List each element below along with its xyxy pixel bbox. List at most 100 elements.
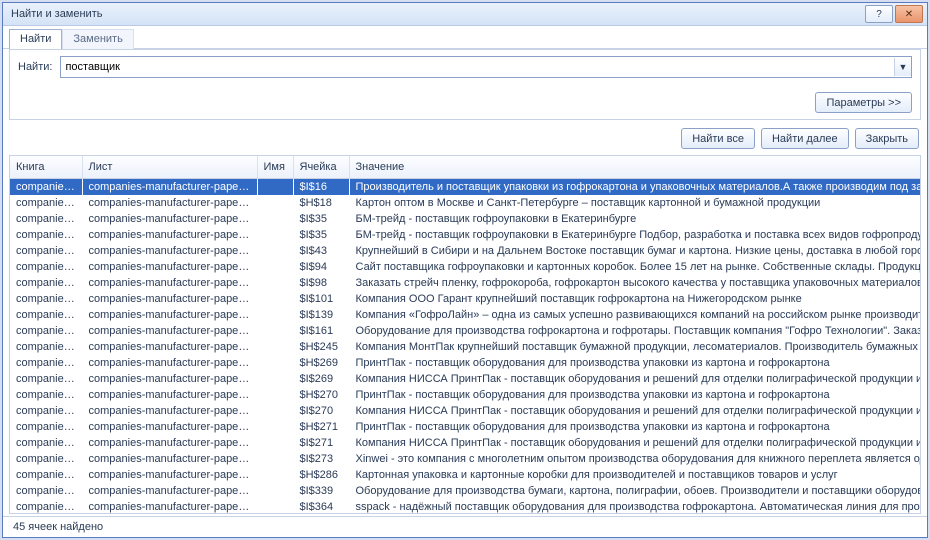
- tab-find[interactable]: Найти: [9, 29, 62, 49]
- action-bar: Найти все Найти далее Закрыть: [3, 126, 927, 155]
- cell-sheet: companies-manufacturer-paper-pa: [82, 499, 257, 513]
- table-row[interactable]: companies...companies-manufacturer-paper…: [10, 323, 920, 339]
- cell-name: [257, 403, 293, 419]
- cell-book: companies...: [10, 435, 82, 451]
- table-row[interactable]: companies...companies-manufacturer-paper…: [10, 483, 920, 499]
- table-row[interactable]: companies...companies-manufacturer-paper…: [10, 227, 920, 243]
- find-all-button[interactable]: Найти все: [681, 128, 755, 149]
- cell-value: ПринтПак - поставщик оборудования для пр…: [349, 419, 920, 435]
- cell-name: [257, 259, 293, 275]
- find-label: Найти:: [18, 61, 52, 73]
- close-window-button[interactable]: ✕: [895, 5, 923, 23]
- cell-book: companies...: [10, 211, 82, 227]
- cell-book: companies...: [10, 387, 82, 403]
- table-row[interactable]: companies...companies-manufacturer-paper…: [10, 435, 920, 451]
- cell-sheet: companies-manufacturer-paper-pa: [82, 403, 257, 419]
- col-name[interactable]: Имя: [257, 156, 293, 179]
- col-book[interactable]: Книга: [10, 156, 82, 179]
- status-text: 45 ячеек найдено: [13, 521, 103, 533]
- table-row[interactable]: companies...companies-manufacturer-paper…: [10, 499, 920, 513]
- cell-name: [257, 339, 293, 355]
- cell-value: Компания МонтПак крупнейший поставщик бу…: [349, 339, 920, 355]
- cell-name: [257, 451, 293, 467]
- titlebar[interactable]: Найти и заменить ? ✕: [3, 3, 927, 26]
- cell-name: [257, 355, 293, 371]
- table-row[interactable]: companies...companies-manufacturer-paper…: [10, 355, 920, 371]
- cell-book: companies...: [10, 451, 82, 467]
- table-row[interactable]: companies...companies-manufacturer-paper…: [10, 195, 920, 211]
- cell-name: [257, 387, 293, 403]
- cell-book: companies...: [10, 467, 82, 483]
- cell-cell: $I$35: [293, 227, 349, 243]
- cell-sheet: companies-manufacturer-paper-pa: [82, 195, 257, 211]
- find-panel: Найти: ▼ Параметры >>: [9, 49, 921, 120]
- cell-value: Компания «ГофроЛайн» – одна из самых усп…: [349, 307, 920, 323]
- cell-name: [257, 499, 293, 513]
- find-next-button[interactable]: Найти далее: [761, 128, 849, 149]
- table-row[interactable]: companies...companies-manufacturer-paper…: [10, 467, 920, 483]
- options-button[interactable]: Параметры >>: [815, 92, 912, 113]
- table-row[interactable]: companies...companies-manufacturer-paper…: [10, 403, 920, 419]
- cell-value: Xinwei - это компания с многолетним опыт…: [349, 451, 920, 467]
- tab-replace[interactable]: Заменить: [62, 29, 133, 49]
- cell-value: Оборудование для производства бумаги, ка…: [349, 483, 920, 499]
- cell-cell: $I$269: [293, 371, 349, 387]
- cell-name: [257, 307, 293, 323]
- cell-cell: $I$364: [293, 499, 349, 513]
- cell-cell: $I$43: [293, 243, 349, 259]
- find-input[interactable]: [61, 58, 894, 76]
- cell-value: Компания НИССА ПринтПак - поставщик обор…: [349, 371, 920, 387]
- cell-book: companies...: [10, 227, 82, 243]
- table-row[interactable]: companies...companies-manufacturer-paper…: [10, 259, 920, 275]
- table-row[interactable]: companies...companies-manufacturer-paper…: [10, 451, 920, 467]
- cell-value: ПринтПак - поставщик оборудования для пр…: [349, 387, 920, 403]
- cell-sheet: companies-manufacturer-paper-pa: [82, 291, 257, 307]
- table-row[interactable]: companies...companies-manufacturer-paper…: [10, 291, 920, 307]
- cell-sheet: companies-manufacturer-paper-pa: [82, 483, 257, 499]
- cell-sheet: companies-manufacturer-paper-pa: [82, 355, 257, 371]
- cell-value: Крупнейший в Сибири и на Дальнем Востоке…: [349, 243, 920, 259]
- cell-book: companies...: [10, 419, 82, 435]
- cell-cell: $I$273: [293, 451, 349, 467]
- col-cell[interactable]: Ячейка: [293, 156, 349, 179]
- cell-sheet: companies-manufacturer-paper-pa: [82, 243, 257, 259]
- table-row[interactable]: companies...companies-manufacturer-paper…: [10, 243, 920, 259]
- tab-strip: Найти Заменить: [3, 26, 927, 49]
- cell-cell: $I$101: [293, 291, 349, 307]
- cell-sheet: companies-manufacturer-paper-pa: [82, 227, 257, 243]
- table-row[interactable]: companies...companies-manufacturer-paper…: [10, 211, 920, 227]
- results-grid[interactable]: Книга Лист Имя Ячейка Значение companies…: [10, 156, 920, 513]
- table-row[interactable]: companies...companies-manufacturer-paper…: [10, 339, 920, 355]
- table-row[interactable]: companies...companies-manufacturer-paper…: [10, 179, 920, 196]
- cell-name: [257, 227, 293, 243]
- cell-sheet: companies-manufacturer-paper-pa: [82, 179, 257, 196]
- cell-sheet: companies-manufacturer-paper-pa: [82, 339, 257, 355]
- table-row[interactable]: companies...companies-manufacturer-paper…: [10, 419, 920, 435]
- cell-sheet: companies-manufacturer-paper-pa: [82, 323, 257, 339]
- window-title: Найти и заменить: [7, 8, 863, 20]
- cell-cell: $I$271: [293, 435, 349, 451]
- cell-name: [257, 419, 293, 435]
- table-row[interactable]: companies...companies-manufacturer-paper…: [10, 387, 920, 403]
- table-row[interactable]: companies...companies-manufacturer-paper…: [10, 307, 920, 323]
- table-row[interactable]: companies...companies-manufacturer-paper…: [10, 371, 920, 387]
- chevron-down-icon[interactable]: ▼: [894, 58, 911, 76]
- cell-cell: $H$269: [293, 355, 349, 371]
- cell-sheet: companies-manufacturer-paper-pa: [82, 451, 257, 467]
- cell-cell: $H$18: [293, 195, 349, 211]
- cell-book: companies...: [10, 243, 82, 259]
- cell-book: companies...: [10, 483, 82, 499]
- close-button[interactable]: Закрыть: [855, 128, 919, 149]
- cell-value: Картонная упаковка и картонные коробки д…: [349, 467, 920, 483]
- cell-sheet: companies-manufacturer-paper-pa: [82, 387, 257, 403]
- col-value[interactable]: Значение: [349, 156, 920, 179]
- table-row[interactable]: companies...companies-manufacturer-paper…: [10, 275, 920, 291]
- find-combo[interactable]: ▼: [60, 56, 912, 78]
- cell-name: [257, 195, 293, 211]
- cell-name: [257, 371, 293, 387]
- cell-cell: $I$35: [293, 211, 349, 227]
- help-button[interactable]: ?: [865, 5, 893, 23]
- col-sheet[interactable]: Лист: [82, 156, 257, 179]
- cell-book: companies...: [10, 259, 82, 275]
- cell-name: [257, 467, 293, 483]
